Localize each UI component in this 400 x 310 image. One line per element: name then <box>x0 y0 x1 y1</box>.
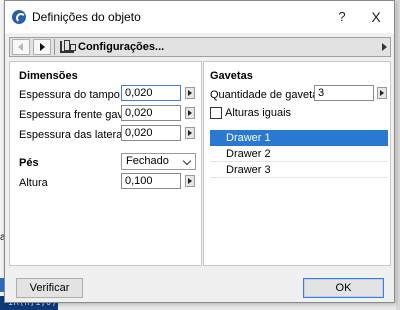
side-thickness-stepper[interactable] <box>185 127 195 139</box>
back-button[interactable] <box>12 39 30 55</box>
drawers-heading: Gavetas <box>210 70 253 82</box>
background-window-right <box>396 0 400 310</box>
drawer-front-thickness-input[interactable]: 0,020 <box>121 105 181 121</box>
height-label: Altura <box>19 177 48 189</box>
title-bar: Definições do objeto ? X <box>5 1 394 33</box>
drawer-front-thickness-stepper[interactable] <box>185 107 195 119</box>
configuration-icon <box>60 40 76 53</box>
navbar-divider <box>54 39 55 55</box>
drawers-list: Drawer 1 Drawer 2 Drawer 3 <box>210 130 388 182</box>
dimensions-heading: Dimensões <box>19 70 78 82</box>
verify-button[interactable]: Verificar <box>16 278 83 298</box>
drawer-quantity-label: Quantidade de gavetas <box>210 89 324 101</box>
ok-button[interactable]: OK <box>303 278 384 298</box>
arrow-left-icon <box>18 43 23 51</box>
configurations-link[interactable]: Configurações... <box>78 41 164 53</box>
app-logo-icon <box>12 10 26 24</box>
feet-type-value: Fechado <box>126 155 169 167</box>
drawer-list-item[interactable]: Drawer 1 <box>210 130 388 146</box>
help-button[interactable]: ? <box>332 7 352 27</box>
side-thickness-label: Espessura das laterais <box>19 129 131 141</box>
drawer-quantity-stepper[interactable] <box>377 87 387 99</box>
drawer-list-item[interactable]: Drawer 2 <box>210 146 388 162</box>
height-input[interactable]: 0,100 <box>121 173 181 189</box>
equal-heights-label: Alturas iguais <box>225 107 292 119</box>
dimensions-panel: Dimensões Espessura do tampo 0,020 Espes… <box>9 61 202 266</box>
feet-heading: Pés <box>19 157 39 169</box>
height-stepper[interactable] <box>185 175 195 187</box>
feet-type-select[interactable]: Fechado <box>121 153 196 170</box>
close-button[interactable]: X <box>366 7 386 27</box>
drawers-panel: Gavetas Quantidade de gavetas 3 Alturas … <box>203 61 391 266</box>
equal-heights-checkbox[interactable] <box>210 107 222 119</box>
drawer-list-item[interactable]: Drawer 3 <box>210 162 388 178</box>
arrow-right-icon <box>40 43 45 51</box>
top-thickness-label: Espessura do tampo <box>19 89 120 101</box>
dialog-title: Definições do objeto <box>32 10 141 24</box>
navbar-expand-arrow-icon[interactable] <box>382 43 387 51</box>
chevron-down-icon <box>182 156 192 166</box>
side-thickness-input[interactable]: 0,020 <box>121 125 181 141</box>
forward-button[interactable] <box>33 39 51 55</box>
drawer-quantity-input[interactable]: 3 <box>314 85 374 101</box>
top-thickness-stepper[interactable] <box>185 87 195 99</box>
top-thickness-input[interactable]: 0,020 <box>121 85 181 101</box>
settings-navbar: Configurações... <box>9 37 391 57</box>
object-settings-dialog: Definições do objeto ? X Configurações..… <box>4 0 395 303</box>
